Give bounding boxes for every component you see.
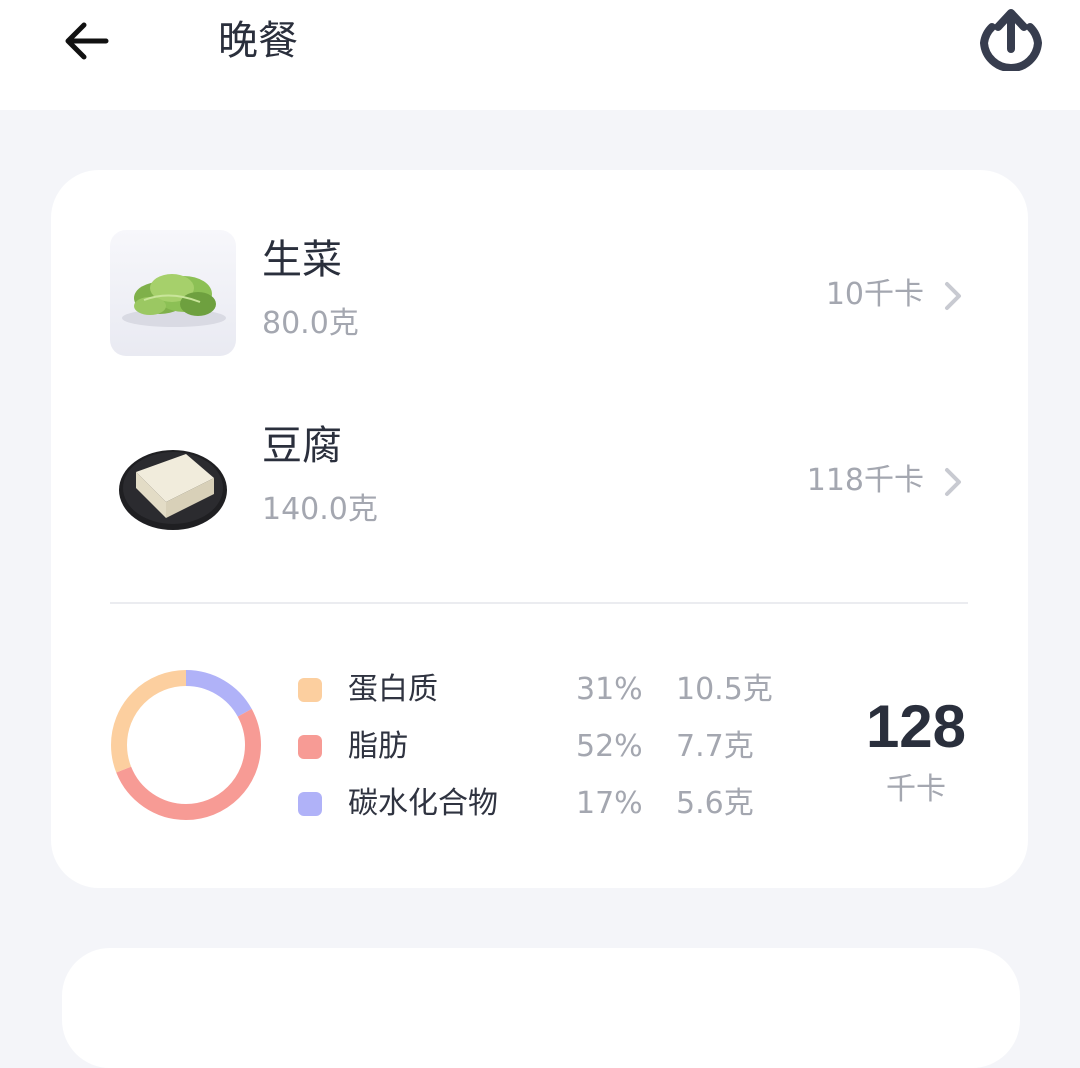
lettuce-photo: [110, 230, 236, 356]
total-calories: 128: [865, 693, 967, 760]
meal-card: 生菜 80.0克 10千卡 豆腐 140.0克 118千卡 蛋白质 31% 10…: [51, 170, 1028, 888]
legend-row-carbs: 碳水化合物 17% 5.6克: [298, 780, 778, 828]
divider: [110, 602, 968, 604]
arrow-left-icon: [65, 22, 109, 60]
next-meal-card: [62, 948, 1020, 1068]
share-button[interactable]: [972, 2, 1050, 74]
food-name: 生菜: [262, 237, 342, 283]
top-bar: 晚餐: [0, 0, 1080, 110]
food-item-tofu[interactable]: 豆腐 140.0克 118千卡: [51, 406, 1028, 556]
food-calories: 118千卡: [806, 463, 924, 498]
legend-dot: [298, 678, 322, 702]
page-title: 晚餐: [218, 18, 298, 64]
share-upload-icon: [979, 9, 1043, 71]
legend-amount: 7.7克: [676, 729, 754, 764]
food-weight: 80.0克: [262, 306, 359, 341]
legend-row-fat: 脂肪 52% 7.7克: [298, 723, 778, 771]
food-name: 豆腐: [262, 423, 342, 469]
food-weight: 140.0克: [262, 492, 378, 527]
legend-amount: 10.5克: [676, 672, 773, 707]
food-calories: 10千卡: [825, 277, 924, 312]
food-item-lettuce[interactable]: 生菜 80.0克 10千卡: [51, 220, 1028, 370]
legend-amount: 5.6克: [676, 786, 754, 821]
back-button[interactable]: [56, 14, 116, 68]
legend-name: 蛋白质: [348, 672, 438, 707]
legend-row-protein: 蛋白质 31% 10.5克: [298, 666, 778, 714]
legend-percent: 52%: [576, 729, 643, 764]
chevron-right-icon: [945, 282, 961, 310]
macro-donut-chart: [111, 670, 261, 820]
total-calories-unit: 千卡: [886, 772, 946, 807]
chevron-right-icon: [945, 468, 961, 496]
legend-name: 脂肪: [348, 729, 408, 764]
legend-percent: 17%: [576, 786, 643, 821]
legend-percent: 31%: [576, 672, 643, 707]
legend-dot: [298, 735, 322, 759]
legend-dot: [298, 792, 322, 816]
tofu-photo: [110, 416, 236, 542]
legend-name: 碳水化合物: [348, 786, 498, 821]
